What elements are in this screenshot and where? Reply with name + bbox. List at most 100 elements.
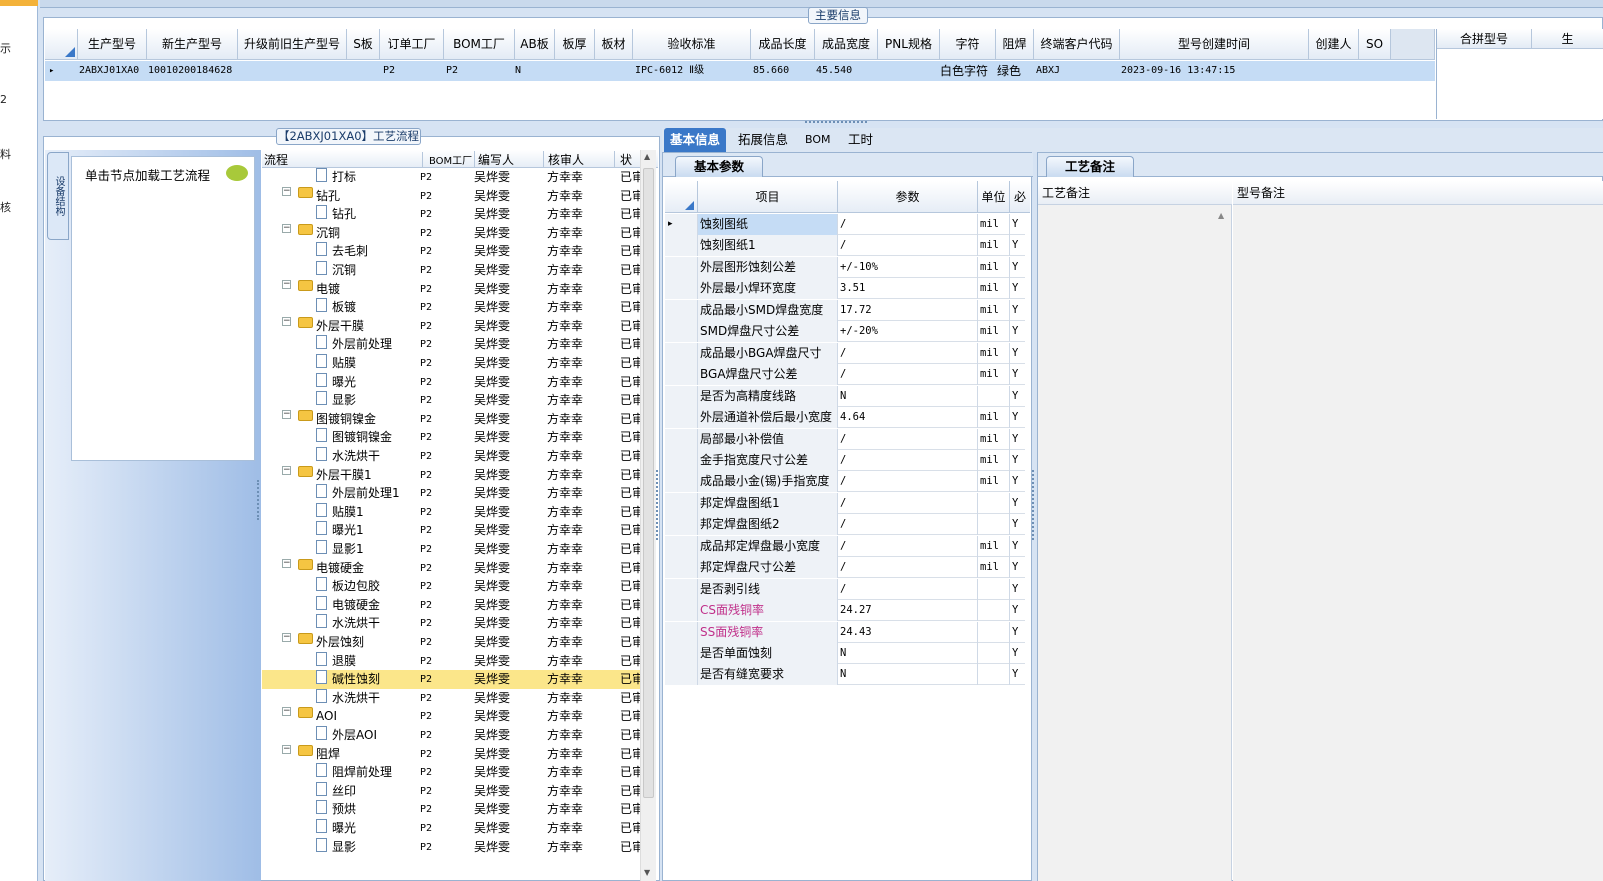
param-row[interactable]: 是否为高精度线路 N Y — [665, 385, 1025, 407]
col-header[interactable]: S板 — [347, 29, 380, 60]
collapse-icon[interactable]: − — [282, 558, 291, 568]
param-row[interactable]: 邦定焊盘尺寸公差 / mil Y — [665, 557, 1025, 579]
tree-row[interactable]: 水洗烘干 P2 吴烨雯 方幸幸 已审 — [262, 688, 640, 708]
nav-item[interactable]: 示 — [0, 40, 11, 56]
col-header[interactable]: 升级前旧生产型号 — [238, 29, 347, 60]
nav-item[interactable]: 2 — [0, 93, 7, 106]
row-header[interactable] — [665, 449, 698, 471]
collapse-icon[interactable]: − — [282, 409, 291, 419]
col-header[interactable]: BOM工厂 — [444, 29, 515, 60]
tab-ext-info[interactable]: 拓展信息 — [732, 128, 794, 152]
splitter-handle[interactable] — [805, 121, 867, 126]
scroll-up-icon[interactable]: ▲ — [1218, 211, 1224, 220]
tree-row[interactable]: − 沉铜 P2 吴烨雯 方幸幸 已审 — [262, 223, 640, 243]
param-value[interactable]: 17.72 — [838, 299, 978, 321]
collapse-icon[interactable]: − — [282, 707, 291, 717]
tree-row[interactable]: − 图镀铜镍金 P2 吴烨雯 方幸幸 已审 — [262, 409, 640, 429]
process-notes-area[interactable]: 工艺备注 ▲ — [1038, 181, 1232, 881]
tree-row[interactable]: − 阻焊 P2 吴烨雯 方幸幸 已审 — [262, 744, 640, 764]
tree-row[interactable]: 外层前处理 P2 吴烨雯 方幸幸 已审 — [262, 335, 640, 354]
param-row[interactable]: 邦定焊盘图纸2/ Y — [665, 514, 1025, 536]
tree-row[interactable]: 外层AOI P2 吴烨雯 方幸幸 已审 — [262, 726, 640, 745]
tree-row[interactable]: − 电镀 P2 吴烨雯 方幸幸 已审 — [262, 279, 640, 299]
row-header[interactable] — [665, 321, 698, 343]
tab-bom[interactable]: BOM — [799, 128, 837, 152]
param-row[interactable]: 成品最小金(锡)手指宽度 / mil Y — [665, 471, 1025, 493]
collapse-icon[interactable]: − — [282, 316, 291, 326]
col-header[interactable]: 验收标准 — [633, 29, 751, 60]
col-header[interactable]: 订单工厂 — [380, 29, 444, 60]
param-row[interactable]: ▸ 蚀刻图纸 / mil Y — [665, 214, 1025, 235]
tree-row[interactable]: 贴膜 P2 吴烨雯 方幸幸 已审 — [262, 354, 640, 373]
param-row[interactable]: 成品最小BGA焊盘尺寸 / mil Y — [665, 342, 1025, 364]
col-header[interactable]: 参数 — [838, 181, 978, 213]
row-header[interactable] — [665, 643, 698, 664]
param-value[interactable]: / — [838, 342, 978, 364]
col-header[interactable]: 成品长度 — [751, 29, 815, 60]
tree-row[interactable]: 曝光1 P2 吴烨雯 方幸幸 已审 — [262, 521, 640, 540]
tree-row[interactable]: 板边包胶 P2 吴烨雯 方幸幸 已审 — [262, 577, 640, 596]
col-header[interactable]: 状 — [614, 151, 632, 168]
col-header[interactable]: 板厚 — [555, 29, 595, 60]
splitter-handle[interactable] — [656, 470, 661, 540]
param-value[interactable]: / — [838, 471, 978, 493]
param-value[interactable]: +/-10% — [838, 256, 978, 278]
tree-row[interactable]: 退膜 P2 吴烨雯 方幸幸 已审 — [262, 651, 640, 671]
row-header[interactable] — [665, 278, 698, 300]
param-value[interactable]: / — [838, 214, 978, 235]
col-header[interactable]: 编写人 — [474, 151, 514, 168]
tree-row[interactable]: − 外层干膜1 P2 吴烨雯 方幸幸 已审 — [262, 465, 640, 485]
param-value[interactable]: 3.51 — [838, 278, 978, 300]
param-value[interactable]: / — [838, 449, 978, 471]
tab-hours[interactable]: 工时 — [842, 128, 879, 152]
collapse-icon[interactable]: − — [282, 186, 291, 196]
row-header[interactable] — [665, 235, 698, 257]
col-header[interactable]: 板材 — [595, 29, 633, 60]
param-row[interactable]: 外层通道补偿后最小宽度 4.64 mil Y — [665, 407, 1025, 429]
tree-row[interactable]: 显影 P2 吴烨雯 方幸幸 已审 — [262, 391, 640, 410]
col-header[interactable]: 必 — [1010, 181, 1030, 213]
tree-row[interactable]: 贴膜1 P2 吴烨雯 方幸幸 已审 — [262, 502, 640, 522]
param-value[interactable]: N — [838, 664, 978, 686]
tree-row[interactable]: 打标 P2 吴烨雯 方幸幸 已审 — [262, 168, 640, 187]
col-header[interactable]: 新生产型号 — [147, 29, 238, 60]
row-header[interactable] — [665, 578, 698, 600]
param-row[interactable]: 是否剥引线 / Y — [665, 578, 1025, 600]
row-header[interactable] — [665, 342, 698, 364]
select-all-corner[interactable] — [665, 181, 698, 213]
param-value[interactable]: / — [838, 364, 978, 386]
scroll-up-icon[interactable]: ▲ — [644, 152, 650, 161]
param-value[interactable]: 4.64 — [838, 407, 978, 429]
tree-scrollbar[interactable]: ▲ ▼ — [640, 150, 656, 881]
tree-row[interactable]: 显影 P2 吴烨雯 方幸幸 已审 — [262, 837, 640, 857]
row-header[interactable] — [665, 492, 698, 514]
row-header[interactable] — [665, 514, 698, 536]
row-header[interactable] — [665, 664, 698, 686]
col-header[interactable]: 字符 — [940, 29, 996, 60]
row-header[interactable] — [665, 385, 698, 407]
param-row[interactable]: SS面残铜率 24.43 Y — [665, 621, 1025, 643]
col-header[interactable]: 阻焊 — [996, 29, 1034, 60]
collapse-icon[interactable]: − — [282, 633, 291, 642]
row-header[interactable] — [665, 256, 698, 278]
param-value[interactable]: / — [838, 235, 978, 257]
row-header[interactable] — [665, 600, 698, 622]
nav-item[interactable]: 核 — [0, 199, 11, 215]
nav-item[interactable]: 料 — [0, 146, 11, 162]
tree-row[interactable]: 显影1 P2 吴烨雯 方幸幸 已审 — [262, 540, 640, 559]
row-header[interactable] — [665, 407, 698, 429]
collapse-icon[interactable]: − — [282, 223, 291, 233]
tree-row[interactable]: − AOI P2 吴烨雯 方幸幸 已审 — [262, 707, 640, 726]
col-header[interactable]: 合拼型号 — [1437, 29, 1532, 49]
param-row[interactable]: 外层图形蚀刻公差 +/-10% mil Y — [665, 256, 1025, 278]
tree-row[interactable]: 沉铜 P2 吴烨雯 方幸幸 已审 — [262, 261, 640, 280]
table-row[interactable]: ▸ 2ABXJ01XA0 10010200184628 P2 P2 N IPC-… — [45, 61, 1435, 81]
collapse-icon[interactable]: − — [282, 279, 291, 289]
tree-row[interactable]: 预烘 P2 吴烨雯 方幸幸 已审 — [262, 800, 640, 819]
tree-row[interactable]: − 电镀硬金 P2 吴烨雯 方幸幸 已审 — [262, 558, 640, 578]
col-header[interactable]: 生 — [1532, 29, 1603, 49]
scroll-down-icon[interactable]: ▼ — [644, 868, 650, 877]
col-header[interactable]: 单位 — [978, 181, 1010, 213]
scroll-thumb[interactable] — [643, 168, 654, 798]
tree-row[interactable]: − 钻孔 P2 吴烨雯 方幸幸 已审 — [262, 186, 640, 206]
